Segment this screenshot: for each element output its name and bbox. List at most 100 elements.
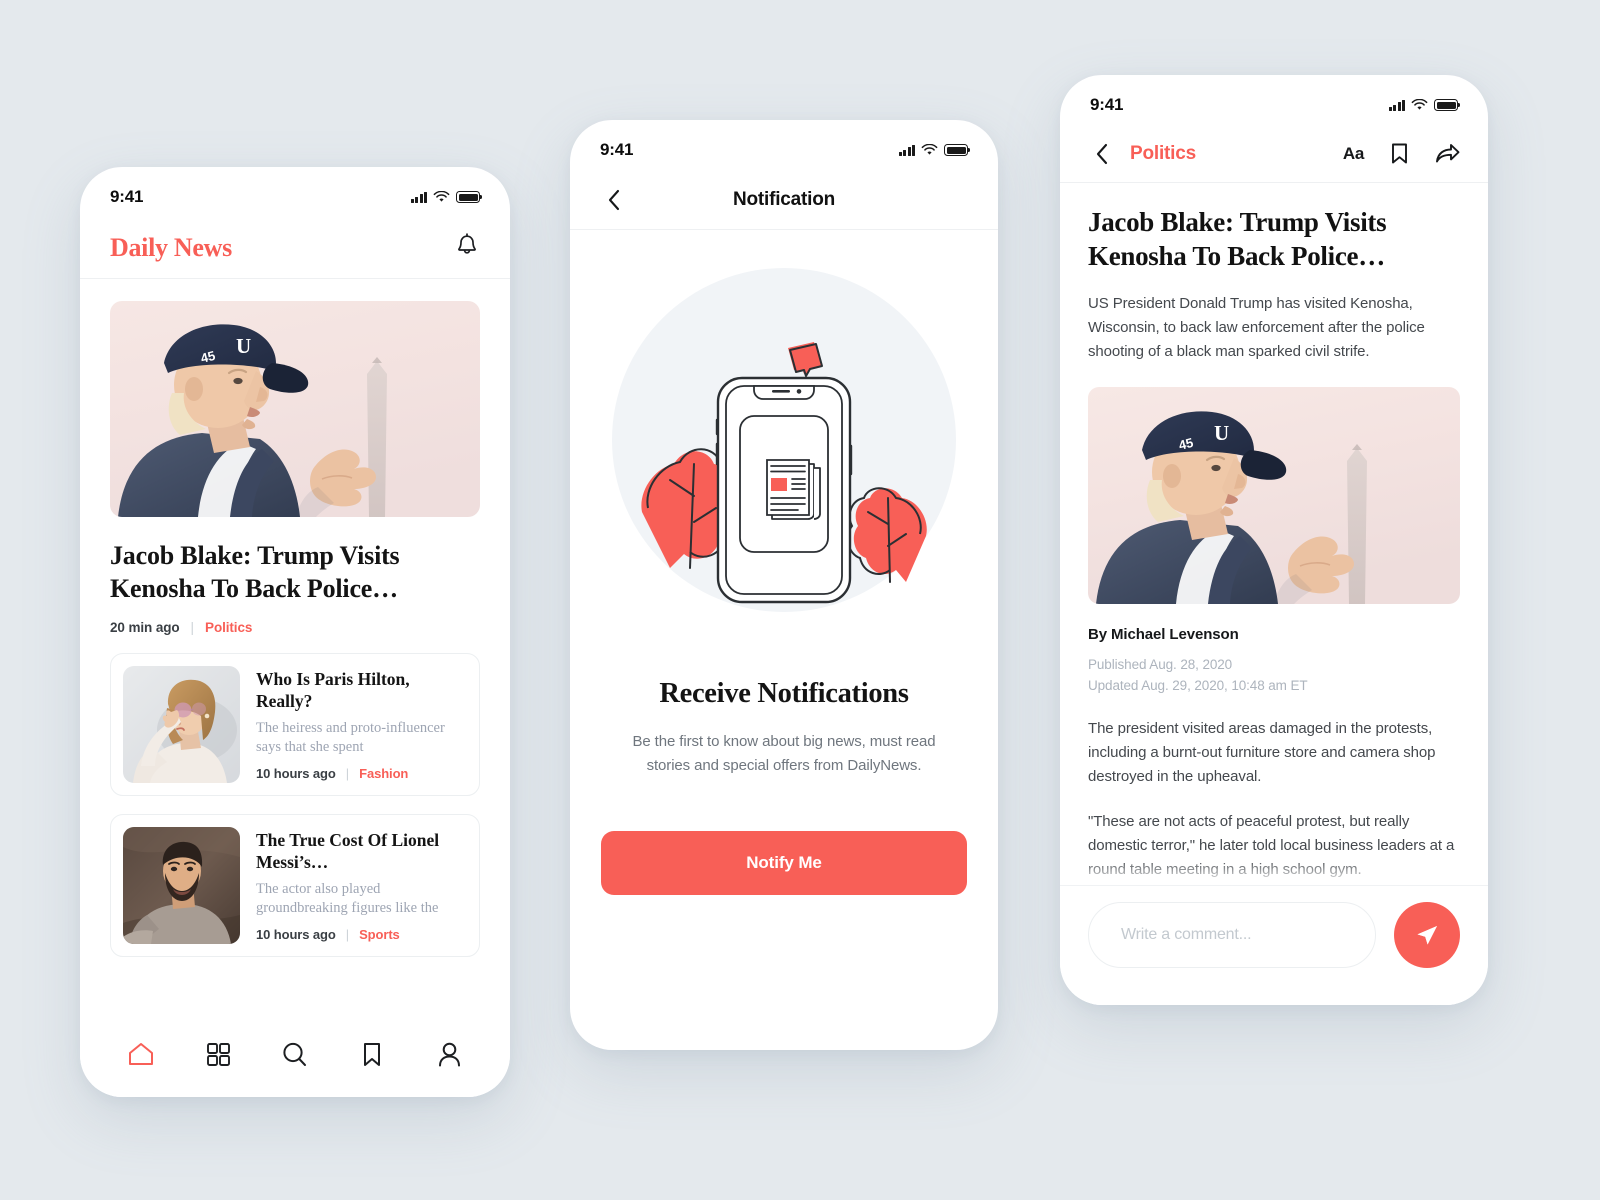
article-title: Jacob Blake: Trump Visits Kenosha To Bac… <box>1088 207 1387 272</box>
meta-separator: | <box>345 765 350 781</box>
wifi-icon <box>433 191 450 202</box>
bell-icon[interactable] <box>454 232 480 264</box>
phone-notification-screen: 9:41 Notification Receive Notifications … <box>570 120 998 1050</box>
list-item-category-tag[interactable]: Fashion <box>359 766 408 781</box>
share-button[interactable] <box>1435 143 1460 165</box>
hero-article-title[interactable]: Jacob Blake: Trump Visits Kenosha To Bac… <box>110 539 480 606</box>
comment-bar <box>1060 885 1488 1005</box>
list-item[interactable]: The True Cost Of Lionel Messi’s… The act… <box>110 813 480 957</box>
page-title: Notification <box>732 188 836 210</box>
article-image-art: 45 U <box>1088 386 1460 604</box>
back-button[interactable] <box>1088 141 1114 167</box>
thumbnail-art-sports <box>123 826 240 944</box>
status-bar-time: 9:41 <box>110 187 144 206</box>
status-bar: 9:41 <box>1060 75 1488 125</box>
tab-bookmarks[interactable] <box>346 1031 398 1077</box>
grid-icon <box>206 1043 230 1066</box>
list-item-description: The heiress and proto-influencer says th… <box>256 719 445 756</box>
article-content[interactable]: Jacob Blake: Trump Visits Kenosha To Bac… <box>1060 183 1488 885</box>
svg-text:U: U <box>1214 421 1229 445</box>
article-author: By Michael Levenson <box>1088 625 1239 643</box>
list-item-body: The True Cost Of Lionel Messi’s… The act… <box>256 827 467 944</box>
home-icon <box>128 1043 153 1065</box>
hero-image-art: 45 U <box>110 301 480 517</box>
bookmark-icon <box>364 1042 381 1066</box>
status-bar: 9:41 <box>570 120 998 170</box>
article-actions: Aa <box>1343 142 1460 165</box>
newspaper-icon <box>766 459 821 520</box>
meta-separator: | <box>345 926 350 942</box>
article-navbar: Politics Aa <box>1060 125 1488 183</box>
battery-icon <box>456 191 483 203</box>
article-published-date: Published Aug. 28, 2020 <box>1088 656 1233 672</box>
notification-heading: Receive Notifications <box>659 678 909 709</box>
home-header: Daily News <box>80 217 510 279</box>
article-updated-date: Updated Aug. 29, 2020, 10:48 am ET <box>1088 677 1308 693</box>
tab-profile[interactable] <box>423 1031 475 1077</box>
notification-illustration <box>612 268 956 612</box>
list-item-timestamp: 10 hours ago <box>256 926 336 942</box>
list-item-meta: 10 hours ago | Sports <box>256 927 467 942</box>
list-item-title: Who Is Paris Hilton, Really? <box>256 668 410 711</box>
search-icon <box>283 1042 307 1066</box>
phone-home-screen: 9:41 Daily News 45 U Jacob Blake: Trump … <box>80 167 510 1097</box>
meta-separator: | <box>190 619 195 635</box>
status-bar-icons <box>410 191 483 203</box>
status-bar: 9:41 <box>80 167 510 217</box>
wifi-icon <box>1411 99 1428 110</box>
hero-article-meta: 20 min ago | Politics <box>110 620 480 635</box>
list-item-body: Who Is Paris Hilton, Really? The heiress… <box>256 666 467 783</box>
notification-content: Receive Notifications Be the first to kn… <box>570 230 998 1050</box>
hero-article-image[interactable]: 45 U <box>110 301 480 517</box>
share-icon <box>1436 143 1460 162</box>
person-icon <box>438 1042 460 1066</box>
notify-me-button[interactable]: Notify Me <box>601 830 967 895</box>
app-brand-logo: Daily News <box>110 232 232 262</box>
list-item-title: The True Cost Of Lionel Messi’s… <box>256 829 440 872</box>
back-button[interactable] <box>600 187 626 213</box>
signal-icon <box>410 191 427 203</box>
artboard: 9:41 Daily News 45 U Jacob Blake: Trump … <box>0 0 1600 1200</box>
comment-input[interactable] <box>1088 901 1376 968</box>
list-item[interactable]: Who Is Paris Hilton, Really? The heiress… <box>110 652 480 796</box>
svg-text:U: U <box>236 334 251 358</box>
article-paragraph: The president visited areas damaged in t… <box>1088 719 1436 786</box>
bottom-tab-bar <box>80 1011 510 1097</box>
notification-subtitle: Be the first to know about big news, mus… <box>632 733 936 775</box>
list-item-timestamp: 10 hours ago <box>256 765 336 781</box>
bookmark-icon <box>1392 143 1407 164</box>
list-item-thumbnail <box>123 665 240 783</box>
article-lede: US President Donald Trump has visited Ke… <box>1088 294 1425 361</box>
status-bar-icons <box>1388 99 1461 111</box>
hero-category-tag[interactable]: Politics <box>205 620 252 635</box>
home-content: 45 U Jacob Blake: Trump Visits Kenosha T… <box>80 279 510 957</box>
send-comment-button[interactable] <box>1394 901 1460 968</box>
battery-icon <box>944 144 971 156</box>
signal-icon <box>898 144 915 156</box>
list-item-thumbnail <box>123 826 240 944</box>
article-paragraph: "These are not acts of peaceful protest,… <box>1088 812 1455 879</box>
article-category-label[interactable]: Politics <box>1130 143 1196 165</box>
status-bar-time: 9:41 <box>600 140 634 159</box>
list-item-meta: 10 hours ago | Fashion <box>256 766 467 781</box>
chevron-left-icon <box>1096 143 1107 164</box>
tab-categories[interactable] <box>192 1031 244 1077</box>
list-item-category-tag[interactable]: Sports <box>359 927 400 942</box>
bookmark-button[interactable] <box>1390 142 1409 165</box>
phone-article-screen: 9:41 Politics Aa Jacob Blake: Trump Visi… <box>1060 75 1488 1005</box>
battery-icon <box>1434 99 1461 111</box>
article-image: 45 U <box>1088 386 1460 604</box>
text-size-button[interactable]: Aa <box>1343 144 1364 164</box>
list-item-description: The actor also played groundbreaking fig… <box>256 880 439 917</box>
status-bar-icons <box>898 144 971 156</box>
tab-search[interactable] <box>269 1031 321 1077</box>
thumbnail-art-fashion <box>123 665 240 783</box>
tab-home[interactable] <box>115 1031 167 1077</box>
notification-navbar: Notification <box>570 170 998 230</box>
notification-illustration-art <box>612 268 956 612</box>
signal-icon <box>1388 99 1405 111</box>
hero-timestamp: 20 min ago <box>110 619 180 635</box>
send-icon <box>1417 925 1437 944</box>
status-bar-time: 9:41 <box>1090 95 1124 114</box>
article-dates: Published Aug. 28, 2020 Updated Aug. 29,… <box>1088 655 1460 697</box>
